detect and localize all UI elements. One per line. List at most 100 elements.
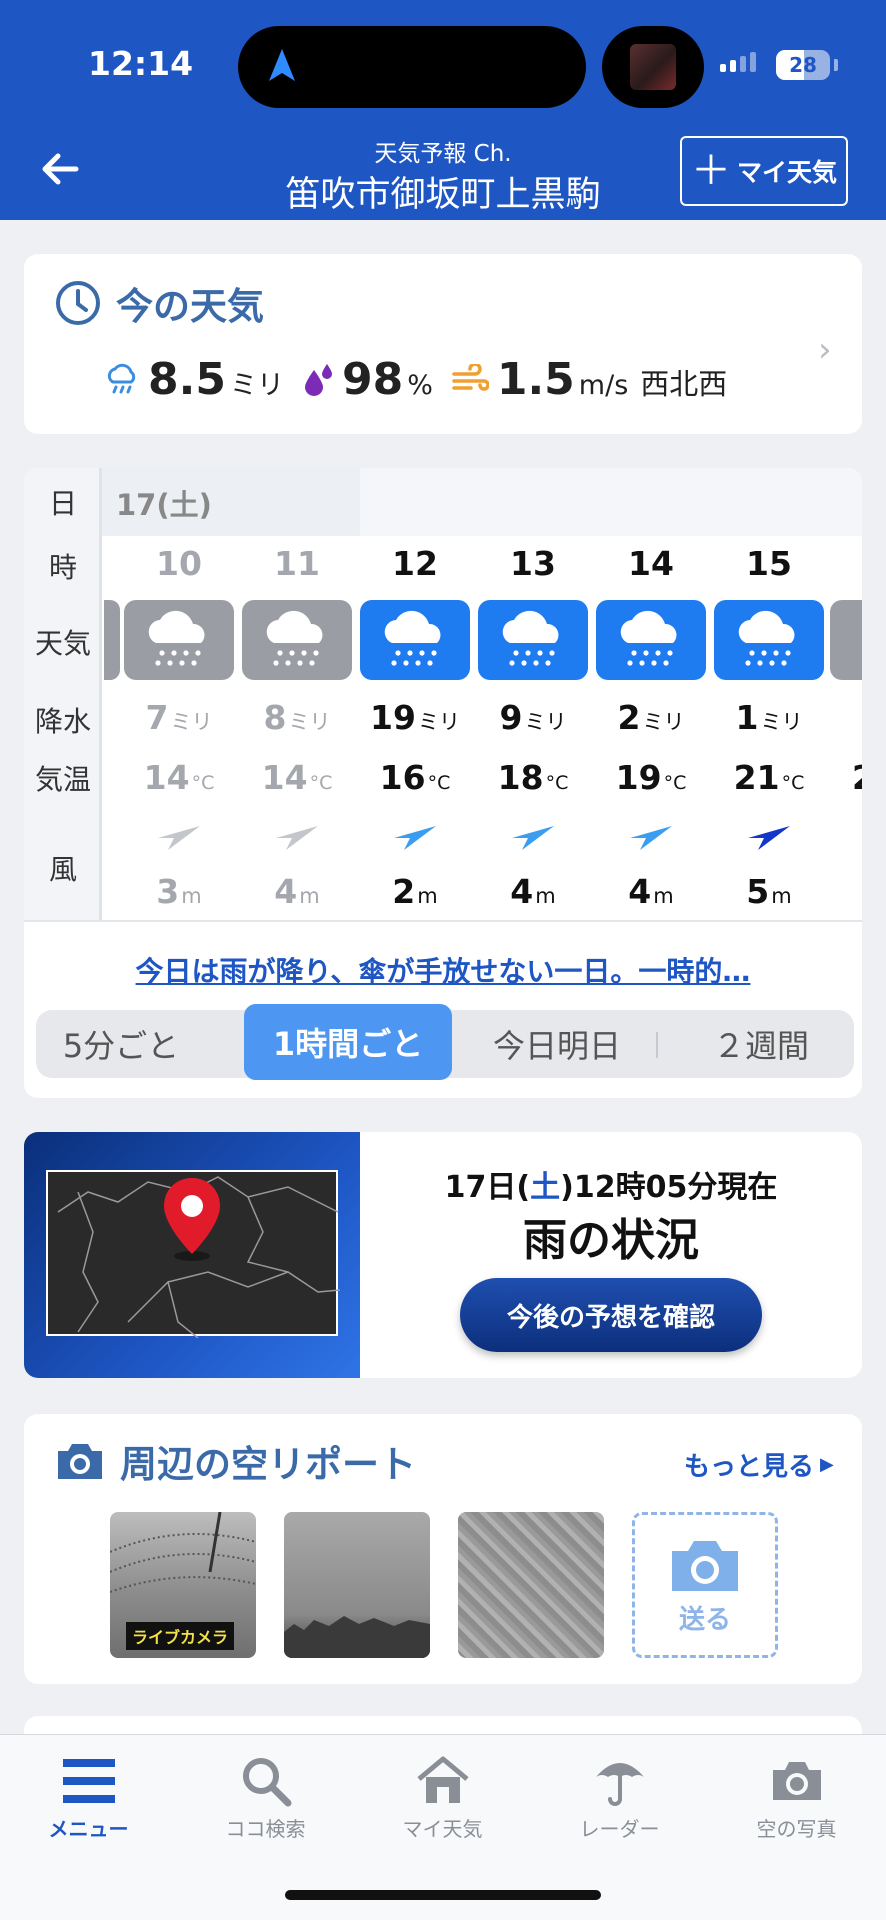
send-label: 送る <box>678 1604 731 1635</box>
sky-photo-3[interactable] <box>458 1512 604 1658</box>
app-header: 12:14 28 天気予報 Ch. 笛吹市御坂町上黒駒 ＋ マイ天気 <box>0 0 886 220</box>
hour-label: 10 <box>156 544 202 583</box>
rain-timestamp-suffix: )12時05分現在 <box>560 1170 778 1205</box>
city-skyline-image <box>284 1616 430 1658</box>
wind-speed-unit: m <box>299 884 320 908</box>
wind-speed-unit: m <box>535 884 556 908</box>
precip-unit: ミリ <box>417 710 460 734</box>
tab-menu[interactable]: メニュー <box>0 1749 177 1842</box>
hour-column: 10 7ミリ 14 °C 3m <box>120 468 238 920</box>
sky-photo-2[interactable] <box>284 1512 430 1658</box>
tab-hourly[interactable]: 1時間ごと <box>244 1004 452 1080</box>
weather-tile-partial <box>830 600 862 680</box>
add-my-weather-button[interactable]: ＋ マイ天気 <box>680 136 848 206</box>
precip-cell: 8ミリ <box>238 698 356 737</box>
tab-my-weather[interactable]: マイ天気 <box>354 1749 531 1842</box>
tab-sky-photo-label: 空の写真 <box>756 1817 837 1841</box>
tab-radar-label: レーダー <box>579 1817 660 1841</box>
row-label-precip: 降水 <box>34 705 91 738</box>
wind-direction: 西北西 <box>640 367 728 401</box>
battery-cap <box>834 59 838 71</box>
rain-map-panel <box>24 1132 360 1378</box>
precip-unit: ミリ <box>229 370 284 401</box>
wind-speed-value: 5 <box>746 872 770 911</box>
chevron-right-icon[interactable]: › <box>818 330 832 370</box>
rain-cloud-icon <box>620 610 677 666</box>
sky-report-title: 周辺の空リポート <box>120 1443 416 1486</box>
tab-search-label: ココ検索 <box>225 1817 306 1841</box>
send-photo-button[interactable]: 送る <box>632 1512 778 1658</box>
temp-value: 19 <box>615 758 662 797</box>
temp-value: 14 <box>143 758 190 797</box>
wind-speed-unit: m <box>417 884 438 908</box>
rain-cloud-icon <box>384 610 441 666</box>
current-weather-card[interactable]: 今の天気 8.5 ミリ 98 % 1.5 m/s 西北西 <box>24 254 862 434</box>
wind-direction-icon <box>512 826 554 850</box>
check-forecast-button[interactable]: 今後の予想を確認 <box>460 1278 762 1352</box>
humidity-value: 98 <box>341 354 404 405</box>
hour-column: 12 19ミリ 16 °C 2m <box>356 468 474 920</box>
current-weather-title: 今の天気 <box>116 285 264 328</box>
hour-label: 11 <box>274 544 320 583</box>
wind-speed-cell: 4m <box>474 872 592 911</box>
menu-icon <box>62 1759 115 1803</box>
precip-cell: 19ミリ <box>356 698 474 737</box>
precip-amount: 7 <box>145 698 169 737</box>
sky-report-card: 周辺の空リポート もっと見る ▶ ライブカメラ 送る <box>24 1414 862 1684</box>
interval-segmented-control: 5分ごと 1時間ごと 今日明日 ２週間 <box>36 1004 856 1080</box>
rain-status-card[interactable]: 17日(土)12時05分現在 雨の状況 今後の予想を確認 <box>24 1132 862 1378</box>
precip-amount: 8 <box>263 698 287 737</box>
add-my-weather-label: マイ天気 <box>736 158 837 187</box>
rain-timestamp-day: 土 <box>530 1170 561 1205</box>
weather-tile <box>360 600 470 680</box>
home-icon <box>416 1756 469 1803</box>
more-link[interactable]: もっと見る ▶ <box>684 1446 834 1483</box>
rain-cloud-icon <box>266 610 323 666</box>
tab-sky-photo[interactable]: 空の写真 <box>708 1749 885 1842</box>
caret-right-icon: ▶ <box>820 1454 834 1475</box>
forecast-summary-link[interactable]: 今日は雨が降り、傘が手放せない一日。一時的… <box>24 950 862 990</box>
navigation-arrow-icon <box>269 49 295 81</box>
tab-search[interactable]: ココ検索 <box>177 1749 354 1842</box>
wind-direction-icon <box>630 826 672 850</box>
location-pin-icon <box>164 1178 220 1261</box>
sky-photo-live-camera[interactable]: ライブカメラ <box>110 1512 256 1658</box>
tab-menu-label: メニュー <box>48 1817 129 1841</box>
row-label-column: 日 時 天気 降水 気温 風 <box>24 468 102 920</box>
precip-metric: 8.5 ミリ <box>104 354 284 405</box>
temp-cell: 14 °C <box>238 758 356 797</box>
weather-tile <box>714 600 824 680</box>
weather-tile <box>596 600 706 680</box>
camera-icon <box>672 1540 738 1591</box>
temp-value: 14 <box>261 758 308 797</box>
hourly-forecast-card: 17(土) 日 時 天気 降水 気温 風 10 7ミリ 14 °C 3m 11 … <box>24 468 862 1098</box>
tab-radar[interactable]: レーダー <box>531 1749 708 1842</box>
clock-icon <box>56 281 100 325</box>
tab-today-tomorrow[interactable]: 今日明日 <box>462 1010 652 1078</box>
temp-unit: °C <box>309 772 333 794</box>
status-time: 12:14 <box>88 44 194 83</box>
temp-value: 21 <box>733 758 780 797</box>
wind-speed-value: 3 <box>156 872 180 911</box>
hour-column: 11 8ミリ 14 °C 4m <box>238 468 356 920</box>
precip-cell: 1ミリ <box>710 698 828 737</box>
rain-map[interactable] <box>46 1170 341 1339</box>
row-label-temp: 気温 <box>34 763 91 796</box>
tab-2weeks[interactable]: ２週間 <box>666 1010 856 1078</box>
precip-amount: 2 <box>617 698 641 737</box>
wind-unit: m/s <box>578 370 629 401</box>
battery-level: 28 <box>789 53 817 77</box>
wind-direction-icon <box>394 826 436 850</box>
album-art-icon <box>630 44 676 90</box>
wind-speed-cell: 4m <box>238 872 356 911</box>
wind-speed-cell: 2m <box>356 872 474 911</box>
humidity-unit: % <box>407 370 433 401</box>
wind-speed-value: 4 <box>510 872 534 911</box>
umbrella-icon <box>595 1763 644 1806</box>
weather-tile <box>478 600 588 680</box>
precip-unit: ミリ <box>642 710 685 734</box>
precip-amount: 19 <box>370 698 416 737</box>
hour-label: 14 <box>628 544 674 583</box>
precip-value: 8.5 <box>148 354 226 405</box>
tab-5min[interactable]: 5分ごと <box>36 1010 206 1078</box>
